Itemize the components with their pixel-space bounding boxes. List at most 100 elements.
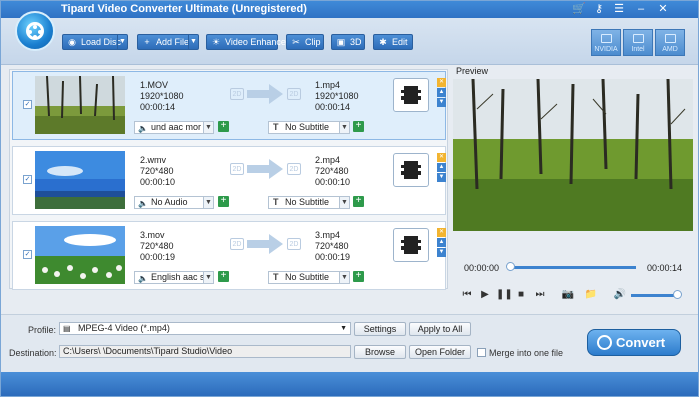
stop-icon[interactable]: ■ (514, 289, 528, 300)
previous-icon[interactable]: ⏮ (460, 289, 474, 300)
video-thumbnail (35, 151, 125, 209)
output-duration: 00:00:14 (315, 102, 351, 112)
subtitle-select[interactable]: T No Subtitle ▼ (268, 271, 350, 284)
profile-select[interactable]: ▤ MPEG-4 Video (*.mp4) ▼ (59, 322, 351, 335)
add-subtitle-button[interactable]: + (353, 271, 364, 282)
row-checkbox[interactable]: ✓ (23, 100, 32, 109)
load-disc-button[interactable]: ◉ Load Disc ▼ (62, 34, 128, 50)
video-thumbnail (35, 226, 125, 284)
remove-icon[interactable]: ✕ (437, 78, 446, 87)
load-disc-dropdown-icon[interactable]: ▼ (117, 35, 127, 49)
audio-track-select[interactable]: 🔈 No Audio ▼ (134, 196, 214, 209)
speaker-icon: 🔈 (138, 124, 148, 133)
text-icon: T (273, 272, 279, 282)
play-icon[interactable]: ▶ (478, 289, 492, 300)
subtitle-value: No Subtitle (285, 272, 330, 282)
video-thumbnail (35, 76, 125, 134)
file-row[interactable]: ✓ 3.mov 720*480 00:00:19 2D 2D 3.mp4 720… (12, 221, 446, 290)
intel-accel-badge[interactable]: Intel (623, 29, 653, 56)
next-icon[interactable]: ⏭ (533, 289, 547, 300)
volume-handle[interactable] (673, 290, 682, 299)
row-checkbox[interactable]: ✓ (23, 250, 32, 259)
move-down-icon[interactable]: ▼ (437, 173, 446, 182)
add-audio-button[interactable]: + (218, 121, 229, 132)
audio-track-select[interactable]: 🔈 English aac s ▼ (134, 271, 214, 284)
file-row[interactable]: ✓ 1.MOV 1920*1080 00:00:14 2D 2D 1.mp4 1… (12, 71, 446, 140)
row-checkbox[interactable]: ✓ (23, 175, 32, 184)
close-button[interactable]: ✕ (654, 1, 672, 17)
convert-icon (597, 335, 612, 350)
destination-field[interactable]: C:\Users\ \Documents\Tipard Studio\Video (59, 345, 351, 358)
chevron-down-icon: ▼ (203, 272, 213, 283)
3d-label: 3D (350, 37, 362, 47)
chip-icon (601, 34, 612, 43)
nvidia-accel-badge[interactable]: NVIDIA (591, 29, 621, 56)
settings-button[interactable]: Settings (354, 322, 406, 336)
move-down-icon[interactable]: ▼ (437, 98, 446, 107)
open-folder-button[interactable]: Open Folder (409, 345, 471, 359)
output-format-button[interactable] (393, 78, 429, 112)
add-subtitle-button[interactable]: + (353, 196, 364, 207)
clip-label: Clip (305, 37, 321, 47)
app-window: Tipard Video Converter Ultimate (Unregis… (0, 0, 699, 397)
menu-list-icon[interactable]: ☰ (610, 1, 628, 17)
merge-label: Merge into one file (489, 348, 564, 358)
volume-icon[interactable]: 🔊 (613, 289, 627, 300)
seek-handle[interactable] (506, 262, 515, 271)
convert-arrow-icon (247, 234, 283, 254)
add-file-button[interactable]: + Add File ▼ (137, 34, 199, 50)
clip-button[interactable]: ✂ Clip (286, 34, 324, 50)
video-enhance-button[interactable]: ☀ Video Enhance (206, 34, 286, 50)
subtitle-select[interactable]: T No Subtitle ▼ (268, 121, 350, 134)
source-duration: 00:00:10 (140, 177, 176, 187)
snapshot-icon[interactable]: 📷 (561, 289, 575, 300)
toolbar: ◉ Load Disc ▼ + Add File ▼ ☀ Video Enhan… (1, 18, 698, 65)
text-icon: T (273, 197, 279, 207)
add-audio-button[interactable]: + (218, 271, 229, 282)
output-format-button[interactable] (393, 228, 429, 262)
apply-to-all-button[interactable]: Apply to All (409, 322, 471, 336)
volume-slider[interactable] (631, 294, 676, 297)
audio-track-select[interactable]: 🔈 und aac mor ▼ (134, 121, 214, 134)
subtitle-select[interactable]: T No Subtitle ▼ (268, 196, 350, 209)
minimize-button[interactable]: – (632, 1, 650, 17)
audio-track-value: No Audio (151, 197, 188, 207)
cart-icon[interactable]: 🛒 (570, 1, 588, 17)
add-file-dropdown-icon[interactable]: ▼ (188, 35, 198, 49)
total-time: 00:00:14 (647, 263, 683, 273)
move-down-icon[interactable]: ▼ (437, 248, 446, 257)
chip-icon (665, 34, 676, 43)
status-bar (1, 372, 698, 396)
edit-button[interactable]: ✱ Edit (373, 34, 413, 50)
key-icon[interactable]: ⚷ (590, 1, 608, 17)
film-icon (401, 236, 421, 254)
browse-button[interactable]: Browse (354, 345, 406, 359)
folder-icon[interactable]: 📁 (584, 289, 598, 300)
output-info: 3.mp4 720*480 00:00:19 (315, 230, 350, 263)
add-subtitle-button[interactable]: + (353, 121, 364, 132)
source-resolution: 720*480 (140, 166, 174, 176)
output-filename: 3.mp4 (315, 230, 341, 240)
3d-button[interactable]: ▣ 3D (331, 34, 365, 50)
pause-icon[interactable]: ❚❚ (496, 289, 513, 300)
remove-icon[interactable]: ✕ (437, 228, 446, 237)
video-enhance-label: Video Enhance (225, 37, 286, 47)
2d-badge: 2D (287, 88, 301, 100)
move-up-icon[interactable]: ▲ (437, 88, 446, 97)
video-format-icon: ▤ (63, 324, 71, 333)
convert-arrow-icon (247, 84, 283, 104)
output-format-button[interactable] (393, 153, 429, 187)
amd-accel-badge[interactable]: AMD (655, 29, 685, 56)
convert-button[interactable]: Convert (587, 329, 681, 356)
add-file-icon: + (144, 37, 150, 47)
2d-badge: 2D (230, 238, 244, 250)
move-up-icon[interactable]: ▲ (437, 163, 446, 172)
seek-bar[interactable] (509, 266, 636, 269)
2d-badge: 2D (230, 88, 244, 100)
move-up-icon[interactable]: ▲ (437, 238, 446, 247)
merge-checkbox[interactable] (477, 348, 486, 357)
file-row[interactable]: ✓ 2.wmv 720*480 00:00:10 2D 2D 2.mp4 720… (12, 146, 446, 215)
remove-icon[interactable]: ✕ (437, 153, 446, 162)
add-audio-button[interactable]: + (218, 196, 229, 207)
convert-label: Convert (616, 335, 666, 350)
